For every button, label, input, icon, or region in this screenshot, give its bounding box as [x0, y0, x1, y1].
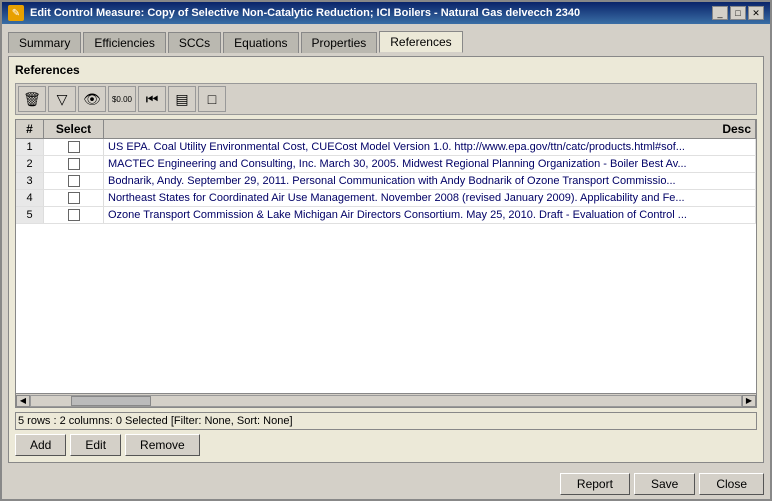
- filter-icon: ▽: [57, 91, 68, 108]
- filter-button[interactable]: ▽: [48, 86, 76, 112]
- rewind-icon: ⏮: [146, 91, 159, 108]
- cell-select-1[interactable]: [44, 139, 104, 155]
- cell-num-5: 5: [16, 207, 44, 223]
- cell-select-2[interactable]: [44, 156, 104, 172]
- close-button[interactable]: ✕: [748, 6, 764, 20]
- scroll-left-button[interactable]: ◀: [16, 395, 30, 407]
- tab-summary[interactable]: Summary: [8, 32, 81, 53]
- cell-select-4[interactable]: [44, 190, 104, 206]
- toolbar: 🗑 ▽ 👁 $0.00 ⏮ ▤ □: [15, 83, 757, 115]
- cell-desc-1: US EPA. Coal Utility Environmental Cost,…: [104, 139, 756, 155]
- main-content: Summary Efficiencies SCCs Equations Prop…: [2, 24, 770, 469]
- eye-icon: 👁: [83, 91, 101, 108]
- tab-sccs[interactable]: SCCs: [168, 32, 221, 53]
- rewind-button[interactable]: ⏮: [138, 86, 166, 112]
- report-button[interactable]: Report: [560, 473, 630, 495]
- footer: Report Save Close: [2, 469, 770, 499]
- title-bar: ✎ Edit Control Measure: Copy of Selectiv…: [2, 2, 770, 24]
- table-body: 1 US EPA. Coal Utility Environmental Cos…: [16, 139, 756, 393]
- view-button[interactable]: 👁: [78, 86, 106, 112]
- horizontal-scrollbar[interactable]: ◀ ▶: [16, 393, 756, 407]
- checkbox-2[interactable]: [68, 158, 80, 170]
- save-button[interactable]: Save: [634, 473, 695, 495]
- remove-button[interactable]: Remove: [125, 434, 200, 456]
- cell-num-1: 1: [16, 139, 44, 155]
- cell-desc-3: Bodnarik, Andy. September 29, 2011. Pers…: [104, 173, 756, 189]
- grid-icon: ▤: [175, 91, 188, 108]
- dollar-icon: $0.00: [112, 95, 132, 104]
- references-table: # Select Desc 1 US EPA. Coal Utility Env…: [15, 119, 757, 408]
- add-button[interactable]: Add: [15, 434, 66, 456]
- table-header: # Select Desc: [16, 120, 756, 139]
- main-window: ✎ Edit Control Measure: Copy of Selectiv…: [0, 0, 772, 501]
- cell-num-3: 3: [16, 173, 44, 189]
- scroll-right-button[interactable]: ▶: [742, 395, 756, 407]
- table-row[interactable]: 3 Bodnarik, Andy. September 29, 2011. Pe…: [16, 173, 756, 190]
- trash-icon: 🗑: [23, 91, 41, 108]
- cell-desc-2: MACTEC Engineering and Consulting, Inc. …: [104, 156, 756, 172]
- col-header-num: #: [16, 120, 44, 138]
- tab-references[interactable]: References: [379, 31, 462, 53]
- delete-button[interactable]: 🗑: [18, 86, 46, 112]
- checkbox-5[interactable]: [68, 209, 80, 221]
- cell-num-4: 4: [16, 190, 44, 206]
- cell-num-2: 2: [16, 156, 44, 172]
- checkbox-4[interactable]: [68, 192, 80, 204]
- window-controls: _ □ ✕: [712, 6, 764, 20]
- window-title: Edit Control Measure: Copy of Selective …: [30, 7, 580, 19]
- table-row[interactable]: 2 MACTEC Engineering and Consulting, Inc…: [16, 156, 756, 173]
- cell-select-5[interactable]: [44, 207, 104, 223]
- square-button[interactable]: □: [198, 86, 226, 112]
- col-header-desc: Desc: [104, 120, 756, 138]
- action-buttons: Add Edit Remove: [15, 434, 757, 456]
- minimize-button[interactable]: _: [712, 6, 728, 20]
- table-row[interactable]: 4 Northeast States for Coordinated Air U…: [16, 190, 756, 207]
- square-icon: □: [208, 91, 216, 107]
- checkbox-1[interactable]: [68, 141, 80, 153]
- tab-bar: Summary Efficiencies SCCs Equations Prop…: [8, 30, 764, 52]
- tab-properties[interactable]: Properties: [301, 32, 378, 53]
- cell-desc-5: Ozone Transport Commission & Lake Michig…: [104, 207, 756, 223]
- status-bar: 5 rows : 2 columns: 0 Selected [Filter: …: [15, 412, 757, 430]
- checkbox-3[interactable]: [68, 175, 80, 187]
- cell-select-3[interactable]: [44, 173, 104, 189]
- scroll-track[interactable]: [30, 395, 742, 407]
- table-row[interactable]: 1 US EPA. Coal Utility Environmental Cos…: [16, 139, 756, 156]
- panel-title: References: [15, 63, 757, 77]
- scroll-thumb[interactable]: [71, 396, 151, 406]
- window-icon: ✎: [8, 5, 24, 21]
- dollar-button[interactable]: $0.00: [108, 86, 136, 112]
- col-header-select: Select: [44, 120, 104, 138]
- references-panel: References 🗑 ▽ 👁 $0.00 ⏮: [8, 56, 764, 463]
- tab-efficiencies[interactable]: Efficiencies: [83, 32, 165, 53]
- close-footer-button[interactable]: Close: [699, 473, 764, 495]
- table-row[interactable]: 5 Ozone Transport Commission & Lake Mich…: [16, 207, 756, 224]
- grid-button[interactable]: ▤: [168, 86, 196, 112]
- tab-equations[interactable]: Equations: [223, 32, 298, 53]
- cell-desc-4: Northeast States for Coordinated Air Use…: [104, 190, 756, 206]
- edit-button[interactable]: Edit: [70, 434, 121, 456]
- maximize-button[interactable]: □: [730, 6, 746, 20]
